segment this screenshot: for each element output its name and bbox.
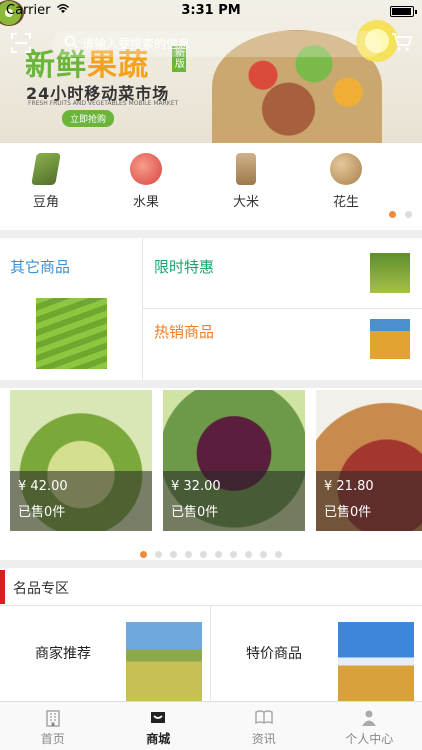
tab-label: 商城 — [146, 732, 171, 746]
category-item-rice[interactable]: 大米 — [214, 153, 278, 210]
wheat-field-image — [370, 319, 410, 359]
category-label: 水果 — [132, 195, 159, 210]
tab-label: 资讯 — [251, 732, 276, 746]
peanut-icon — [330, 153, 362, 185]
page-dot[interactable] — [275, 551, 282, 558]
tab-home[interactable]: 首页 — [0, 702, 106, 750]
category-item-beans[interactable]: 豆角 — [14, 153, 78, 210]
product-price: ¥ 21.80 — [324, 479, 374, 494]
other-goods-title: 其它商品 — [10, 258, 71, 276]
section-accent-bar — [0, 570, 5, 604]
page-dot[interactable] — [230, 551, 237, 558]
wheat-sky-image — [338, 622, 414, 701]
store-icon — [149, 709, 167, 727]
page-dot[interactable] — [245, 551, 252, 558]
product-card[interactable]: ¥ 42.00 已售0件 — [10, 390, 152, 531]
page-dot[interactable] — [260, 551, 267, 558]
product-sold: 已售0件 — [18, 505, 66, 520]
rice-icon — [236, 153, 256, 185]
top-nav — [0, 26, 422, 60]
category-label: 大米 — [232, 195, 259, 210]
fruit-icon — [130, 153, 162, 185]
brand-section: 商家推荐 特价商品 — [0, 606, 422, 701]
brand-section-header: 名品专区 — [0, 568, 422, 606]
merchant-recommend-title: 商家推荐 — [35, 646, 91, 662]
category-label: 豆角 — [32, 195, 59, 210]
banner-english-text: FRESH FRUITS AND VEGETABLES MOBILE MARKE… — [28, 100, 179, 107]
farmer-field-image — [370, 253, 410, 293]
product-page-indicator[interactable] — [0, 543, 422, 560]
category-page-indicator[interactable] — [380, 203, 412, 222]
category-item-fruit[interactable]: 水果 — [114, 153, 178, 210]
merchant-recommend-card[interactable]: 商家推荐 — [0, 606, 211, 701]
search-input[interactable] — [82, 35, 362, 53]
product-carousel: ¥ 42.00 已售0件 ¥ 32.00 已售0件 ¥ 21.80 已售0件 — [0, 388, 422, 560]
brand-section-title: 名品专区 — [13, 581, 69, 597]
person-icon — [360, 709, 378, 727]
product-card[interactable]: ¥ 32.00 已售0件 — [163, 390, 305, 531]
search-icon — [64, 35, 78, 53]
category-row: 豆角 水果 大米 花生 — [0, 143, 422, 230]
battery-icon — [390, 6, 417, 17]
product-sold: 已售0件 — [324, 505, 372, 520]
hot-sale-card[interactable]: 热销商品 — [143, 309, 422, 380]
product-caption: ¥ 32.00 已售0件 — [163, 471, 305, 531]
limited-offer-title: 限时特惠 — [154, 258, 215, 276]
promo-panel: 其它商品 限时特惠 热销商品 — [0, 238, 422, 380]
tab-profile[interactable]: 个人中心 — [317, 702, 422, 750]
tab-label: 首页 — [40, 732, 65, 746]
tab-news[interactable]: 资讯 — [211, 702, 317, 750]
special-price-title: 特价商品 — [246, 646, 302, 662]
product-price: ¥ 32.00 — [171, 479, 221, 494]
banner-buy-button[interactable]: 立即抢购 — [62, 110, 115, 127]
product-card[interactable]: ¥ 21.80 已售0件 — [316, 390, 422, 531]
page-dot[interactable] — [155, 551, 162, 558]
page-dot[interactable] — [405, 211, 412, 218]
page-dot[interactable] — [170, 551, 177, 558]
app-screen: 新鲜果蔬 新版 24小时移动菜市场 FRESH FRUITS AND VEGET… — [0, 0, 422, 750]
cart-icon[interactable] — [390, 30, 414, 54]
page-dot[interactable] — [185, 551, 192, 558]
green-beans-icon — [31, 153, 61, 185]
product-caption: ¥ 42.00 已售0件 — [10, 471, 152, 531]
category-item-peanut[interactable]: 花生 — [314, 153, 378, 210]
category-label: 花生 — [332, 195, 359, 210]
building-icon — [44, 709, 62, 727]
rice-terrace-image — [36, 298, 107, 369]
hot-sale-title: 热销商品 — [154, 323, 215, 341]
page-dot[interactable] — [389, 211, 396, 218]
page-dot[interactable] — [215, 551, 222, 558]
search-bar[interactable] — [52, 31, 382, 57]
book-icon — [255, 709, 273, 727]
other-goods-card[interactable]: 其它商品 — [0, 238, 143, 380]
status-bar: Carrier 3:31 PM — [0, 0, 422, 22]
tab-label: 个人中心 — [345, 732, 394, 746]
farmland-image — [126, 622, 202, 701]
page-dot[interactable] — [140, 551, 147, 558]
limited-offer-card[interactable]: 限时特惠 — [143, 238, 422, 309]
clock: 3:31 PM — [181, 3, 241, 18]
product-caption: ¥ 21.80 已售0件 — [316, 471, 422, 531]
page-dot[interactable] — [200, 551, 207, 558]
product-sold: 已售0件 — [171, 505, 219, 520]
scan-icon[interactable] — [10, 32, 32, 54]
special-price-card[interactable]: 特价商品 — [211, 606, 422, 701]
tab-store[interactable]: 商城 — [106, 702, 212, 750]
bottom-tab-bar: 首页 商城 资讯 个人中心 — [0, 701, 422, 750]
product-price: ¥ 42.00 — [18, 479, 68, 494]
